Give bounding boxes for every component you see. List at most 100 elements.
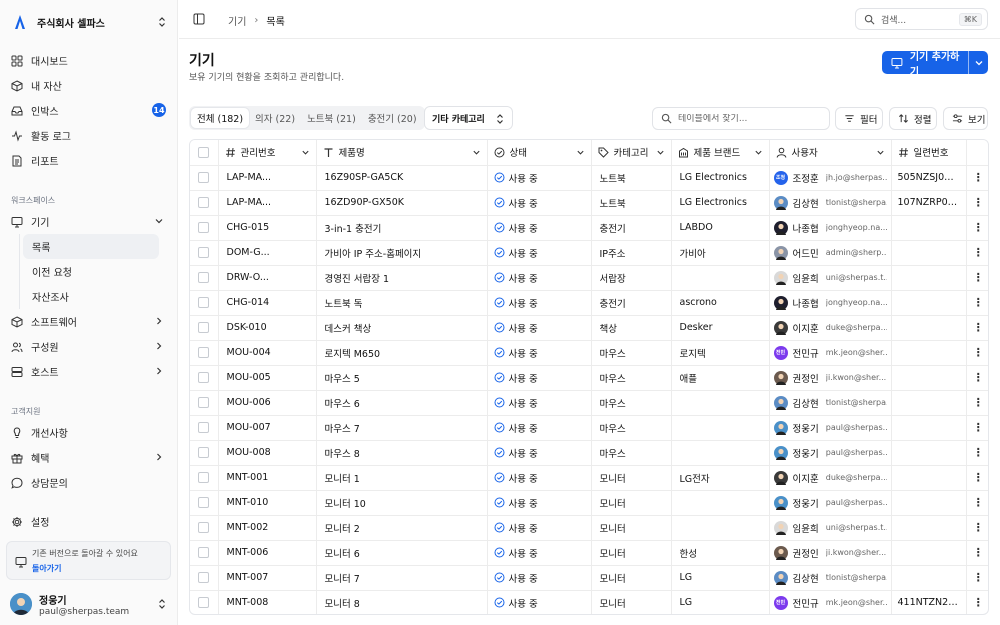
device-name[interactable]: 모니터 7 [317,571,487,585]
row-menu-button[interactable]: ⋮ [966,490,988,516]
table-row[interactable]: MOU-007 마우스 7 사용 중 마우스 정웅기 paul@sherpas.... ⋮ [190,415,988,441]
device-name[interactable]: 가비아 IP 주소-홈페이지 [317,246,487,260]
device-name[interactable]: 마우스 7 [317,421,487,435]
row-checkbox[interactable] [198,397,210,408]
row-menu-button[interactable]: ⋮ [966,265,988,291]
row-checkbox[interactable] [198,347,210,358]
row-menu-button[interactable]: ⋮ [966,465,988,491]
table-search-input[interactable] [678,113,818,124]
device-id[interactable]: DRW-O... [219,272,316,283]
device-id[interactable]: CHG-015 [219,222,316,233]
sidebar-toggle-icon[interactable] [193,13,205,25]
table-row[interactable]: MNT-008 모니터 8 사용 중 모니터 LG 전민 전민규 mk.jeon@sher..… [190,590,988,614]
device-name[interactable]: 데스커 책상 [317,321,487,335]
device-name[interactable]: 모니터 1 [317,471,487,485]
row-checkbox[interactable] [198,272,210,283]
row-checkbox[interactable] [198,547,210,558]
column-header-category[interactable]: 카테고리 [591,140,672,166]
device-id[interactable]: MNT-008 [219,597,316,608]
user-name[interactable]: 나종협 [793,296,819,310]
row-checkbox[interactable] [198,497,210,508]
row-menu-button[interactable]: ⋮ [966,390,988,416]
row-menu-button[interactable]: ⋮ [966,290,988,316]
add-device-button[interactable]: 기기 추가하기 [882,51,968,78]
column-header-status[interactable]: 상태 [487,140,592,166]
device-name[interactable]: 모니터 8 [317,596,487,610]
device-name[interactable]: 3-in-1 충전기 [317,221,487,235]
row-menu-button[interactable]: ⋮ [966,515,988,541]
table-row[interactable]: MNT-010 모니터 10 사용 중 모니터 정웅기 paul@sherpas.... ⋮ [190,490,988,516]
subnav-transfer-requests[interactable]: 이전 요청 [23,259,159,284]
nav-benefits[interactable]: 혜택 [6,445,172,470]
other-category-select[interactable]: 기타 카테고리 [424,106,513,130]
device-id[interactable]: MOU-004 [219,347,316,358]
column-header-brand[interactable]: 제품 브랜드 [671,140,770,166]
tab-all[interactable]: 전체 (182) [191,108,250,128]
user-name[interactable]: 임윤희 [793,271,819,285]
column-header-serial[interactable]: 일련번호 [891,140,967,166]
user-name[interactable]: 김상현 [793,196,819,210]
table-row[interactable]: MOU-005 마우스 5 사용 중 마우스 애플 권정인 ji.kwon@sher... ⋮ [190,365,988,391]
device-id[interactable]: CHG-014 [219,297,316,308]
row-menu-button[interactable]: ⋮ [966,415,988,441]
table-row[interactable]: DOM-G... 가비아 IP 주소-홈페이지 사용 중 IP주소 가비아 어드민 admi… [190,240,988,266]
tab-laptop[interactable]: 노트북 (21) [301,108,362,128]
user-name[interactable]: 권정인 [793,371,819,385]
subnav-list[interactable]: 목록 [23,234,159,259]
table-row[interactable]: LAP-MA... 16ZD90P-GX50K 사용 중 노트북 LG Electron… [190,190,988,216]
device-id[interactable]: MNT-002 [219,522,316,533]
device-id[interactable]: MOU-007 [219,422,316,433]
user-name[interactable]: 임윤희 [793,521,819,535]
row-checkbox[interactable] [198,522,210,533]
user-name[interactable]: 어드민 [793,246,819,260]
user-name[interactable]: 정웅기 [793,421,819,435]
row-menu-button[interactable]: ⋮ [966,590,988,614]
row-menu-button[interactable]: ⋮ [966,190,988,216]
subnav-asset-survey[interactable]: 자산조사 [23,284,159,309]
device-id[interactable]: LAP-MA... [219,172,316,183]
table-row[interactable]: DRW-O... 경영진 서랍장 1 사용 중 서랍장 임윤희 uni@sherpas.t… [190,265,988,291]
device-id[interactable]: MNT-001 [219,472,316,483]
device-name[interactable]: 마우스 8 [317,446,487,460]
row-checkbox[interactable] [198,247,210,258]
row-checkbox[interactable] [198,297,210,308]
user-name[interactable]: 김상현 [793,396,819,410]
nav-dashboard[interactable]: 대시보드 [6,48,172,73]
device-name[interactable]: 16Z90SP-GA5CK [317,172,487,183]
nav-activity-log[interactable]: 활동 로그 [6,123,172,148]
breadcrumb-devices[interactable]: 기기 [228,13,246,28]
device-id[interactable]: MNT-006 [219,547,316,558]
nav-members[interactable]: 구성원 [6,334,172,359]
row-menu-button[interactable]: ⋮ [966,240,988,266]
table-row[interactable]: CHG-014 노트북 독 사용 중 충전기 ascrono 나종협 jonghyeop.n… [190,290,988,316]
user-name[interactable]: 이지훈 [793,471,819,485]
device-name[interactable]: 모니터 6 [317,546,487,560]
user-name[interactable]: 정웅기 [793,496,819,510]
nav-devices[interactable]: 기기 [6,209,172,234]
device-id[interactable]: MOU-008 [219,447,316,458]
table-row[interactable]: CHG-015 3-in-1 충전기 사용 중 충전기 LABDO 나종협 jonghyeo… [190,215,988,241]
view-button[interactable]: 보기 [943,107,988,130]
row-checkbox[interactable] [198,172,210,183]
row-menu-button[interactable]: ⋮ [966,165,988,191]
table-row[interactable]: DSK-010 데스커 책상 사용 중 책상 Desker 이지훈 duke@sherpa.… [190,315,988,341]
table-row[interactable]: MOU-008 마우스 8 사용 중 마우스 정웅기 paul@sherpas.... ⋮ [190,440,988,466]
row-menu-button[interactable]: ⋮ [966,540,988,566]
table-row[interactable]: MOU-004 로지텍 M650 사용 중 마우스 로지텍 전민 전민규 mk.jeon@sh… [190,340,988,366]
user-name[interactable]: 나종협 [793,221,819,235]
row-checkbox[interactable] [198,572,210,583]
filter-button[interactable]: 필터 [835,107,883,130]
device-id[interactable]: MNT-007 [219,572,316,583]
user-name[interactable]: 김상현 [793,571,819,585]
device-id[interactable]: DOM-G... [219,247,316,258]
row-menu-button[interactable]: ⋮ [966,315,988,341]
nav-software[interactable]: 소프트웨어 [6,309,172,334]
user-name[interactable]: 정웅기 [793,446,819,460]
table-row[interactable]: MOU-006마우스 6 사용 중 마우스 김상현 tlonist@sherpa... ⋮ [190,390,988,416]
device-name[interactable]: 모니터 2 [317,521,487,535]
device-name[interactable]: 로지텍 M650 [317,346,487,360]
nav-improvements[interactable]: 개선사항 [6,420,172,445]
row-checkbox[interactable] [198,222,210,233]
device-name[interactable]: 16ZD90P-GX50K [317,197,487,208]
nav-report[interactable]: 리포트 [6,148,172,173]
